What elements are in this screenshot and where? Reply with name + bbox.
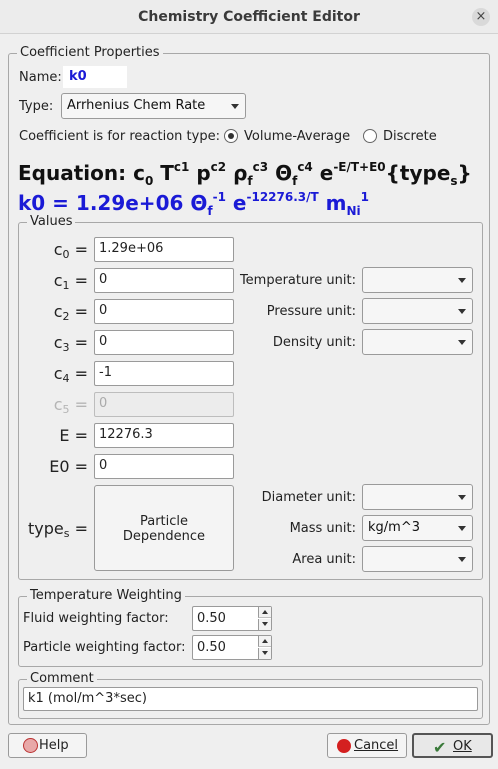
cancel-icon — [337, 739, 351, 753]
c0-label: c0 = — [53, 240, 88, 261]
chevron-down-icon — [458, 526, 466, 531]
c4-label: c4 = — [53, 364, 88, 385]
name-field[interactable]: k0 — [63, 66, 127, 88]
chevron-down-icon — [458, 278, 466, 283]
fluid-weighting-spinner[interactable]: 0.50 — [192, 606, 272, 631]
checkmark-icon: ✔ — [433, 738, 447, 757]
c2-label: c2 = — [53, 302, 88, 323]
chevron-down-icon — [231, 104, 239, 109]
c3-field[interactable]: 0 — [94, 330, 234, 355]
particle-weighting-label: Particle weighting factor: — [23, 640, 186, 655]
name-label: Name: — [19, 70, 62, 85]
spin-down-icon[interactable] — [258, 619, 271, 630]
c4-field[interactable]: -1 — [94, 361, 234, 386]
pressure-unit-select[interactable] — [362, 298, 473, 324]
chevron-down-icon — [458, 557, 466, 562]
chevron-down-icon — [458, 495, 466, 500]
particle-dependence-button[interactable]: Particle Dependence — [94, 485, 234, 571]
radio-volume-average[interactable] — [224, 129, 238, 143]
c5-label: c5 = — [53, 395, 88, 416]
radio-discrete[interactable] — [363, 129, 377, 143]
chevron-down-icon — [458, 309, 466, 314]
fluid-weighting-value: 0.50 — [197, 611, 226, 626]
spin-up-icon[interactable] — [258, 636, 271, 647]
mass-unit-value: kg/m^3 — [368, 520, 420, 535]
radio-volume-average-label[interactable]: Volume-Average — [244, 129, 350, 145]
E-label: E = — [59, 426, 88, 445]
comment-field[interactable]: k1 (mol/m^3*sec) — [23, 687, 478, 711]
help-button[interactable]: Help — [8, 733, 87, 758]
ok-label: OK — [453, 739, 472, 754]
type-label: Type: — [19, 99, 54, 114]
pressure-unit-label: Pressure unit: — [266, 304, 356, 319]
c1-label: c1 = — [53, 271, 88, 292]
help-label: Help — [39, 738, 69, 753]
c0-field[interactable]: 1.29e+06 — [94, 237, 234, 262]
area-unit-label: Area unit: — [292, 552, 356, 567]
temperature-unit-select[interactable] — [362, 267, 473, 293]
temperature-unit-label: Temperature unit: — [239, 273, 356, 288]
reaction-type-label: Coefficient is for reaction type: — [19, 129, 220, 144]
values-legend: Values — [27, 214, 76, 229]
E-field[interactable]: 12276.3 — [94, 423, 234, 448]
close-icon[interactable]: × — [472, 8, 490, 26]
cancel-label: Cancel — [354, 738, 399, 753]
diameter-unit-select[interactable] — [362, 484, 473, 510]
help-icon — [23, 738, 38, 753]
comment-legend: Comment — [27, 671, 97, 686]
types-label: types = — [28, 519, 88, 540]
cancel-button[interactable]: Cancel — [327, 733, 407, 758]
chevron-down-icon — [458, 340, 466, 345]
type-select[interactable]: Arrhenius Chem Rate — [61, 93, 246, 119]
c1-field[interactable]: 0 — [94, 268, 234, 293]
type-select-value: Arrhenius Chem Rate — [67, 98, 206, 113]
density-unit-label: Density unit: — [272, 335, 356, 350]
mass-unit-select[interactable]: kg/m^3 — [362, 515, 473, 541]
c2-field[interactable]: 0 — [94, 299, 234, 324]
spin-up-icon[interactable] — [258, 607, 271, 618]
mass-unit-label: Mass unit: — [289, 521, 356, 536]
c3-label: c3 = — [53, 333, 88, 354]
area-unit-select[interactable] — [362, 546, 473, 572]
E0-field[interactable]: 0 — [94, 454, 234, 479]
spin-down-icon[interactable] — [258, 648, 271, 659]
particle-weighting-spinner[interactable]: 0.50 — [192, 635, 272, 660]
fluid-weighting-label: Fluid weighting factor: — [23, 611, 169, 626]
c5-field: 0 — [94, 392, 234, 417]
diameter-unit-label: Diameter unit: — [261, 490, 356, 505]
particle-weighting-value: 0.50 — [197, 640, 226, 655]
ok-button[interactable]: ✔ OK — [412, 733, 493, 758]
coefficient-properties-legend: Coefficient Properties — [17, 45, 163, 60]
density-unit-select[interactable] — [362, 329, 473, 355]
window-title: Chemistry Coefficient Editor — [0, 0, 498, 34]
radio-discrete-label[interactable]: Discrete — [383, 129, 437, 145]
temperature-weighting-legend: Temperature Weighting — [27, 588, 185, 603]
E0-label: E0 = — [49, 457, 88, 476]
